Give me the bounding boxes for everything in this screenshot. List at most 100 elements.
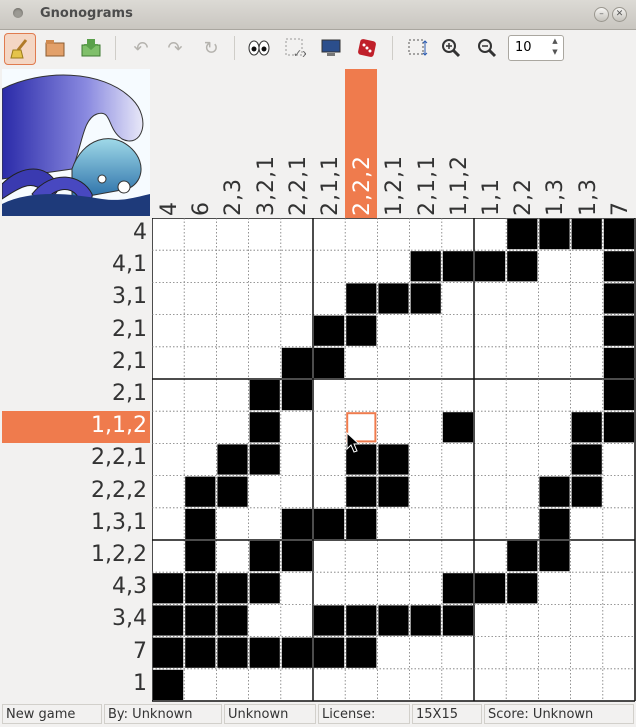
grid-cell-empty[interactable] [475, 347, 506, 378]
grid-cell-filled[interactable] [571, 412, 602, 443]
computer-icon[interactable] [316, 33, 346, 63]
spin-up-icon[interactable]: ▲ [549, 37, 561, 48]
grid-cell-empty[interactable] [410, 476, 441, 507]
grid-cell-empty[interactable] [507, 347, 538, 378]
grid-cell-empty[interactable] [475, 444, 506, 475]
grid-cell-empty[interactable] [475, 412, 506, 443]
grid-cell-empty[interactable] [442, 315, 473, 346]
grid-cell-empty[interactable] [153, 315, 184, 346]
grid-cell-empty[interactable] [571, 637, 602, 668]
grid-cell-empty[interactable] [378, 347, 409, 378]
grid-cell-empty[interactable] [153, 283, 184, 314]
grid-cell-empty[interactable] [378, 669, 409, 700]
grid-cell-empty[interactable] [185, 412, 216, 443]
grid-cell-empty[interactable] [507, 412, 538, 443]
grid-cell-empty[interactable] [410, 508, 441, 539]
grid-cell-empty[interactable] [442, 444, 473, 475]
grid-cell-filled[interactable] [603, 380, 634, 411]
grid-cell-filled[interactable] [410, 251, 441, 282]
grid-cell-filled[interactable] [475, 251, 506, 282]
grid-cell-empty[interactable] [378, 573, 409, 604]
save-icon[interactable] [76, 33, 106, 63]
grid-cell-filled[interactable] [442, 605, 473, 636]
grid-cell-filled[interactable] [539, 219, 570, 250]
grid-cell-empty[interactable] [571, 315, 602, 346]
grid-cell-empty[interactable] [378, 219, 409, 250]
grid-cell-empty[interactable] [442, 219, 473, 250]
grid-cell-filled[interactable] [217, 573, 248, 604]
grid-cell-filled[interactable] [603, 347, 634, 378]
grid-cell-filled[interactable] [378, 605, 409, 636]
grid-cell-empty[interactable] [507, 380, 538, 411]
grid-cell-empty[interactable] [571, 283, 602, 314]
grid-cell-empty[interactable] [507, 476, 538, 507]
grid-cell-empty[interactable] [314, 219, 345, 250]
grid-cell-filled[interactable] [475, 573, 506, 604]
grid-cell-filled[interactable] [153, 605, 184, 636]
grid-cell-empty[interactable] [378, 541, 409, 572]
spin-down-icon[interactable]: ▼ [549, 48, 561, 59]
grid-cell-filled[interactable] [185, 476, 216, 507]
grid-cell-filled[interactable] [507, 219, 538, 250]
grid-cell-empty[interactable] [153, 219, 184, 250]
grid-cell-empty[interactable] [281, 315, 312, 346]
grid-cell-empty[interactable] [475, 508, 506, 539]
grid-cell-filled[interactable] [153, 669, 184, 700]
grid-cell-empty[interactable] [571, 347, 602, 378]
grid-cell-filled[interactable] [314, 637, 345, 668]
grid-cell-filled[interactable] [507, 251, 538, 282]
grid-cell-empty[interactable] [185, 315, 216, 346]
grid-cell-empty[interactable] [442, 669, 473, 700]
grid-cell-empty[interactable] [507, 444, 538, 475]
grid-cell-empty[interactable] [217, 541, 248, 572]
grid-cell-empty[interactable] [539, 251, 570, 282]
broom-icon[interactable] [4, 33, 36, 65]
grid-cell-empty[interactable] [346, 251, 377, 282]
grid-cell-empty[interactable] [539, 315, 570, 346]
grid-cell-empty[interactable] [571, 541, 602, 572]
zoom-input[interactable] [513, 39, 549, 56]
grid-cell-filled[interactable] [185, 637, 216, 668]
grid-cell-filled[interactable] [153, 637, 184, 668]
grid-cell-filled[interactable] [185, 605, 216, 636]
grid-cell-empty[interactable] [475, 605, 506, 636]
grid-cell-filled[interactable] [410, 283, 441, 314]
grid-cell-filled[interactable] [153, 573, 184, 604]
grid-cell-empty[interactable] [217, 251, 248, 282]
grid-cell-filled[interactable] [507, 541, 538, 572]
grid-cell-empty[interactable] [249, 605, 280, 636]
grid-cell-filled[interactable] [539, 476, 570, 507]
undo-icon[interactable]: ↶ [126, 33, 156, 63]
grid-cell-empty[interactable] [507, 315, 538, 346]
grid-cell-empty[interactable] [603, 573, 634, 604]
grid-cell-filled[interactable] [603, 315, 634, 346]
grid-cell-empty[interactable] [410, 573, 441, 604]
grid-cell-empty[interactable] [475, 283, 506, 314]
grid-cell-empty[interactable] [410, 444, 441, 475]
grid-cell-empty[interactable] [217, 347, 248, 378]
grid-cell-empty[interactable] [217, 315, 248, 346]
grid-cell-empty[interactable] [410, 669, 441, 700]
grid-cell-filled[interactable] [281, 637, 312, 668]
grid-cell-filled[interactable] [185, 541, 216, 572]
grid-cell-empty[interactable] [539, 380, 570, 411]
grid-cell-empty[interactable] [217, 219, 248, 250]
grid-cell-filled[interactable] [346, 508, 377, 539]
grid-cell-empty[interactable] [314, 669, 345, 700]
grid-cell-empty[interactable] [603, 605, 634, 636]
grid-cell-empty[interactable] [410, 380, 441, 411]
grid-cell-empty[interactable] [410, 637, 441, 668]
grid-cell-empty[interactable] [507, 283, 538, 314]
grid-cell-empty[interactable] [410, 219, 441, 250]
grid-cell-filled[interactable] [249, 380, 280, 411]
grid-cell-empty[interactable] [281, 219, 312, 250]
grid-cell-filled[interactable] [442, 573, 473, 604]
grid-cell-empty[interactable] [153, 541, 184, 572]
grid-cell-empty[interactable] [571, 251, 602, 282]
grid-cell-empty[interactable] [571, 573, 602, 604]
grid-cell-empty[interactable] [185, 444, 216, 475]
grid-cell-empty[interactable] [281, 412, 312, 443]
grid-cell-empty[interactable] [153, 444, 184, 475]
grid-cell-empty[interactable] [217, 508, 248, 539]
grid-cell-empty[interactable] [249, 315, 280, 346]
